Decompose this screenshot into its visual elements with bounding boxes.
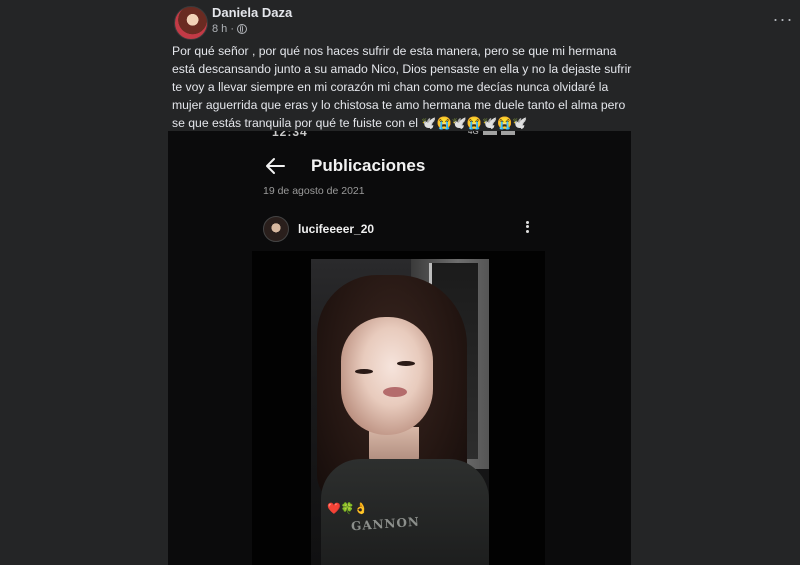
author-name[interactable]: Daniela Daza (212, 5, 292, 20)
post-header: Daniela Daza 8 h · ··· (172, 4, 792, 40)
photo-frame: ❤️🍀👌 GANNON (252, 251, 545, 565)
left-eye (355, 369, 373, 374)
status-time: 12:34 (272, 131, 308, 139)
post-meta: 8 h · (212, 23, 248, 35)
profile-avatar[interactable] (263, 216, 289, 242)
battery-icon (500, 131, 515, 135)
portrait-photo[interactable]: ❤️🍀👌 GANNON (311, 259, 489, 565)
lips (383, 387, 407, 397)
profile-username[interactable]: lucifeeeer_20 (298, 222, 374, 236)
signal-icon (482, 131, 497, 135)
face (341, 317, 433, 435)
vertical-ellipsis-icon[interactable] (523, 219, 531, 237)
arrow-left-icon[interactable] (264, 155, 286, 177)
author-avatar[interactable] (174, 6, 208, 40)
post-time[interactable]: 8 h · (212, 23, 234, 35)
page-title: Publicaciones (311, 156, 426, 175)
facebook-post: Daniela Daza 8 h · ··· Por qué señor , p… (0, 0, 800, 565)
shared-screenshot[interactable]: 12:34 4G Publicaciones 19 de agosto de 2… (168, 131, 631, 565)
post-date: 19 de agosto de 2021 (263, 185, 365, 197)
photo-emoji-sticker: ❤️🍀👌 (327, 503, 369, 515)
right-eye (397, 361, 415, 366)
status-icons: 4G (468, 131, 515, 136)
post-text: Por qué señor , por qué nos haces sufrir… (172, 44, 632, 130)
post-options-button[interactable]: ··· (770, 10, 796, 30)
globe-icon (237, 24, 248, 34)
network-label: 4G (468, 131, 479, 136)
